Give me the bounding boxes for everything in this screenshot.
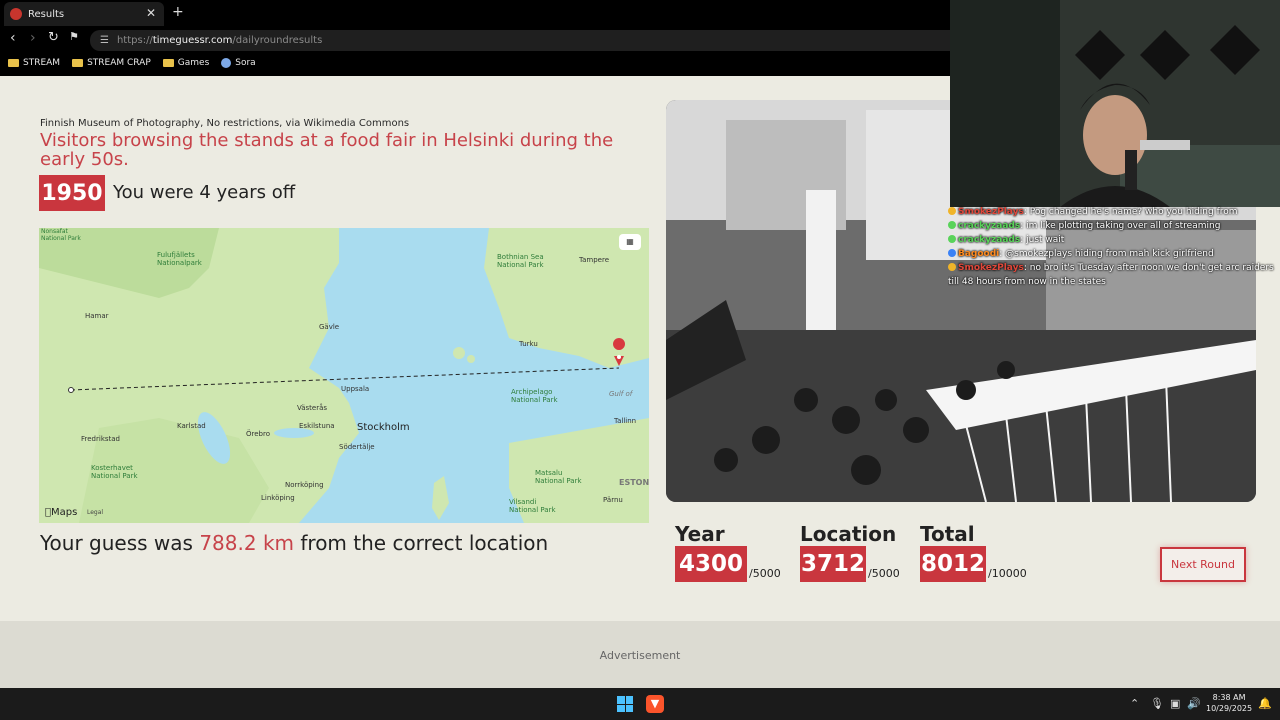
favicon-icon [10,8,22,20]
map-label: Pärnu [603,496,623,504]
sora-icon [221,58,232,68]
total-score-badge: 8012 [920,546,986,582]
location-score-badge: 3712 [800,546,866,582]
distance-value: 788.2 km [199,531,295,555]
map-label: Archipelago National Park [511,388,558,404]
map-label: Gulf of [609,390,633,398]
map-label: Fulufjällets Nationalpark [157,251,202,267]
tray-chevron-icon[interactable]: ⌃ [1130,697,1139,710]
sub-badge-icon [948,235,956,243]
year-score-badge: 4300 [675,546,747,582]
browser-tab[interactable]: Results ✕ [4,2,164,26]
legal-link[interactable]: Legal [87,509,103,516]
webcam-feed [950,0,1280,207]
folder-icon [72,59,84,67]
next-round-button[interactable]: Next Round [1160,547,1246,582]
advertisement-band: Advertisement [0,621,1280,688]
address-bar[interactable]: ☰ https://timeguessr.com/dailyroundresul… [90,30,970,51]
notifications-icon[interactable]: 🔔 [1258,697,1272,710]
tab-title: Results [28,8,65,20]
map-label: Matsalu National Park [535,469,582,485]
location-score-label: Location [800,522,897,546]
year-score-label: Year [675,522,725,546]
correct-year-badge: 1950 [39,175,105,211]
map-label: Turku [519,340,538,348]
windows-start-icon[interactable] [617,696,633,712]
map-label: Uppsala [341,385,370,393]
map-label: Nonsafat National Park [41,228,81,242]
bookmark-sora[interactable]: Sora [221,58,256,68]
map-label: Hamar [85,312,109,320]
chat-message: crackyzaads: im like plotting taking ove… [948,219,1280,233]
taskbar: ▼ ⌃ 🎙 ▣ 🔊 8:38 AM 10/29/2025 🔔 [0,688,1280,720]
taskbar-clock[interactable]: 8:38 AM 10/29/2025 [1206,692,1252,714]
guess-distance-text: Your guess was 788.2 km from the correct… [40,531,549,555]
microphone-icon[interactable]: 🎙 [1150,697,1164,710]
bookmarks-bar: STREAM STREAM CRAP Games Sora [0,54,256,72]
total-score-max: /10000 [988,567,1027,580]
map-label: Eskilstuna [299,422,335,430]
sub-badge-icon [948,207,956,215]
bookmark-icon[interactable]: ⚑ [69,30,79,43]
close-tab-icon[interactable]: ✕ [146,6,156,20]
map-label: Tampere [579,256,610,264]
reload-icon[interactable]: ↻ [48,30,59,45]
map-label: Norrköping [285,481,324,489]
map-label: Vilsandi National Park [509,498,556,514]
year-score-max: /5000 [749,567,781,580]
forward-icon[interactable]: › [30,30,36,46]
sub-badge-icon [948,221,956,229]
volume-icon[interactable]: 🔊 [1187,697,1201,710]
photo-credit: Finnish Museum of Photography, No restri… [40,118,410,129]
sub-badge-icon [948,249,956,257]
map-label: Stockholm [357,422,410,433]
stream-chat: SmokezPlays: Pog changed he's name? who … [948,205,1280,289]
bookmark-stream[interactable]: STREAM [8,58,60,68]
maps-logo: Maps [45,507,77,518]
total-score-label: Total [920,522,975,546]
map-label: Örebro [246,430,270,438]
map-label: Linköping [261,494,295,502]
network-icon[interactable]: ▣ [1170,697,1180,710]
new-tab-button[interactable]: + [172,4,184,20]
bookmark-games[interactable]: Games [162,58,209,68]
chat-message: SmokezPlays: no bro it's Tuesday after n… [948,263,1274,287]
brave-browser-icon[interactable]: ▼ [646,695,664,713]
map-label: Västerås [297,404,328,412]
advertisement-label: Advertisement [599,649,681,662]
folder-icon [8,59,19,67]
map-type-button[interactable]: ▦ [619,234,641,250]
folder-icon [162,59,174,67]
map-label: Kosterhavet National Park [91,464,138,480]
map-label: Fredrikstad [81,435,120,443]
back-icon[interactable]: ‹ [10,30,16,46]
map-label: Tallinn [614,417,637,425]
map-label: Södertälje [339,443,375,451]
site-settings-icon[interactable]: ☰ [100,35,109,46]
chat-message: SmokezPlays: Pog changed he's name? who … [948,205,1280,219]
map-label: Gävle [319,323,340,331]
map-label: ESTONI [619,478,649,487]
map-label: Karlstad [177,422,206,430]
sub-badge-icon [948,263,956,271]
chat-message: crackyzaads: just wait [948,233,1280,247]
location-score-max: /5000 [868,567,900,580]
photo-title: Visitors browsing the stands at a food f… [40,130,614,170]
url-text: https://timeguessr.com/dailyroundresults [116,35,323,46]
years-off-text: You were 4 years off [113,182,296,203]
chat-message: Bagoodi: @smokezplays hiding from mah ki… [948,247,1280,261]
webcam-overlay [950,0,1280,207]
map-label: Bothnian Sea National Park [497,253,544,269]
bookmark-stream-crap[interactable]: STREAM CRAP [72,58,151,68]
result-map[interactable]: Nonsafat National Park Fulufjällets Nati… [39,228,649,523]
